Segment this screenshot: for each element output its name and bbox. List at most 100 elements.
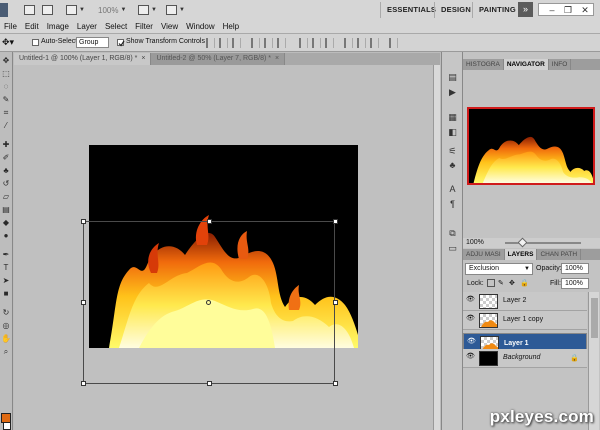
menu-layer[interactable]: Layer: [73, 20, 101, 33]
distribute-top-icon[interactable]: [299, 38, 308, 48]
styles-panel-icon[interactable]: ◧: [447, 127, 458, 137]
layers-scrollbar-thumb[interactable]: [591, 298, 598, 338]
transform-reference-point[interactable]: [206, 300, 211, 305]
menu-edit[interactable]: Edit: [21, 20, 43, 33]
menu-window[interactable]: Window: [182, 20, 218, 33]
paragraph-panel-icon[interactable]: ¶: [447, 199, 458, 209]
clone-source-panel-icon[interactable]: ♣: [447, 160, 458, 170]
eye-icon[interactable]: 👁: [466, 353, 475, 360]
menu-image[interactable]: Image: [43, 20, 73, 33]
lock-pixels-icon[interactable]: ✎: [498, 279, 504, 287]
transform-handle-right[interactable]: [333, 300, 338, 305]
align-horizontal-center-icon[interactable]: [264, 38, 273, 48]
move-tool-icon[interactable]: ✥: [1, 56, 11, 65]
restore-button[interactable]: ❐: [561, 4, 575, 16]
tab-adjustments-masks[interactable]: ADJU MASI: [463, 249, 505, 260]
align-top-icon[interactable]: [206, 38, 215, 48]
minibridge-button[interactable]: [42, 4, 53, 16]
close-button[interactable]: ✕: [578, 4, 592, 16]
canvas-vertical-scrollbar[interactable]: [433, 65, 440, 430]
distribute-horizontal-center-icon[interactable]: [357, 38, 366, 48]
healing-brush-tool-icon[interactable]: ✚: [1, 140, 11, 149]
eye-icon[interactable]: 👁: [466, 296, 475, 303]
eraser-tool-icon[interactable]: ▱: [1, 192, 11, 201]
layer-row[interactable]: 👁 Layer 1 copy: [463, 311, 587, 330]
character-panel-icon[interactable]: A: [447, 184, 458, 194]
measurement-log-panel-icon[interactable]: ▭: [447, 243, 458, 253]
distribute-right-icon[interactable]: [370, 38, 379, 48]
clone-stamp-tool-icon[interactable]: ♣: [1, 166, 11, 175]
zoom-level-dropdown[interactable]: 100% ▼: [98, 4, 126, 16]
menu-file[interactable]: File: [0, 20, 21, 33]
eye-icon[interactable]: 👁: [466, 315, 475, 322]
transform-handle-bottom-right[interactable]: [333, 381, 338, 386]
crop-tool-icon[interactable]: ⌗: [1, 108, 11, 117]
navigator-preview[interactable]: [467, 107, 595, 185]
tab-histogram[interactable]: HISTOGRA: [463, 59, 504, 70]
minimize-button[interactable]: –: [545, 4, 559, 16]
transform-handle-top-right[interactable]: [333, 219, 338, 224]
tab-info[interactable]: INFO: [549, 59, 572, 70]
zoom-tool-icon[interactable]: ⌕: [1, 347, 11, 356]
brush-tool-icon[interactable]: ✐: [1, 153, 11, 162]
workspace-essentials[interactable]: ESSENTIALS: [387, 3, 436, 17]
layer-row[interactable]: 👁 Layer 2: [463, 292, 587, 311]
pen-tool-icon[interactable]: ✒: [1, 250, 11, 259]
close-tab-icon[interactable]: ×: [275, 55, 279, 62]
3d-rotate-tool-icon[interactable]: ↻: [1, 308, 11, 317]
3d-orbit-tool-icon[interactable]: ◎: [1, 321, 11, 330]
actions-panel-icon[interactable]: ▶: [447, 87, 458, 97]
tab-layers[interactable]: LAYERS: [504, 249, 538, 260]
tab-navigator[interactable]: NAVIGATOR: [503, 59, 549, 70]
transform-handle-bottom-left[interactable]: [81, 381, 86, 386]
menu-filter[interactable]: Filter: [131, 20, 157, 33]
close-tab-icon[interactable]: ×: [141, 55, 145, 62]
hand-tool-icon[interactable]: ✋: [1, 334, 11, 343]
eyedropper-tool-icon[interactable]: ⁄: [1, 121, 11, 130]
history-brush-tool-icon[interactable]: ↺: [1, 179, 11, 188]
tool-preset-picker[interactable]: ✥▾: [2, 37, 22, 49]
background-color-swatch[interactable]: [3, 422, 11, 430]
layer-row[interactable]: 👁 Background 🔒: [463, 349, 587, 368]
menu-select[interactable]: Select: [101, 20, 131, 33]
align-left-icon[interactable]: [251, 38, 260, 48]
document-tab-untitled-2[interactable]: Untitled-2 @ 50% (Layer 7, RGB/8) * ×: [151, 53, 286, 65]
shape-tool-icon[interactable]: ■: [1, 289, 11, 298]
more-workspaces-button[interactable]: »: [518, 2, 533, 17]
document-tab-untitled-1[interactable]: Untitled-1 @ 100% (Layer 1, RGB/8) * ×: [14, 53, 152, 65]
workspace-painting[interactable]: PAINTING: [479, 3, 516, 17]
distribute-left-icon[interactable]: [344, 38, 353, 48]
auto-select-checkbox[interactable]: [32, 39, 39, 46]
arrange-documents-button[interactable]: ▼: [138, 4, 157, 16]
dodge-tool-icon[interactable]: ●: [1, 231, 11, 240]
lasso-tool-icon[interactable]: ◌: [1, 82, 11, 91]
align-bottom-icon[interactable]: [232, 38, 241, 48]
show-transform-checkbox[interactable]: [117, 39, 125, 47]
gradient-tool-icon[interactable]: ▤: [1, 205, 11, 214]
distribute-vertical-center-icon[interactable]: [312, 38, 321, 48]
transform-handle-left[interactable]: [81, 300, 86, 305]
screen-mode-button[interactable]: ▼: [166, 4, 185, 16]
transform-handle-top[interactable]: [207, 219, 212, 224]
quick-select-tool-icon[interactable]: ✎: [1, 95, 11, 104]
bridge-button[interactable]: [24, 4, 35, 16]
blur-tool-icon[interactable]: ◆: [1, 218, 11, 227]
type-tool-icon[interactable]: T: [1, 263, 11, 272]
tab-channels-paths[interactable]: CHAN PATH: [537, 249, 582, 260]
brushes-panel-icon[interactable]: ⚟: [447, 146, 458, 156]
eye-icon[interactable]: 👁: [467, 338, 476, 345]
view-extras-button[interactable]: ▼: [66, 4, 85, 16]
lock-transparency-icon[interactable]: [487, 279, 495, 287]
fill-field[interactable]: 100%: [561, 278, 589, 289]
navigator-zoom-slider-handle[interactable]: [517, 237, 528, 248]
align-vertical-center-icon[interactable]: [219, 38, 228, 48]
opacity-field[interactable]: 100%: [561, 263, 589, 274]
align-right-icon[interactable]: [277, 38, 286, 48]
history-panel-icon[interactable]: ▤: [447, 72, 458, 82]
marquee-tool-icon[interactable]: ⬚: [1, 69, 11, 78]
swatches-panel-icon[interactable]: ▦: [447, 112, 458, 122]
path-selection-tool-icon[interactable]: ➤: [1, 276, 11, 285]
navigator-zoom-value[interactable]: 100%: [466, 239, 484, 246]
3d-panel-icon[interactable]: ⧉: [447, 228, 458, 238]
auto-select-target-dropdown[interactable]: Group: [76, 37, 109, 48]
